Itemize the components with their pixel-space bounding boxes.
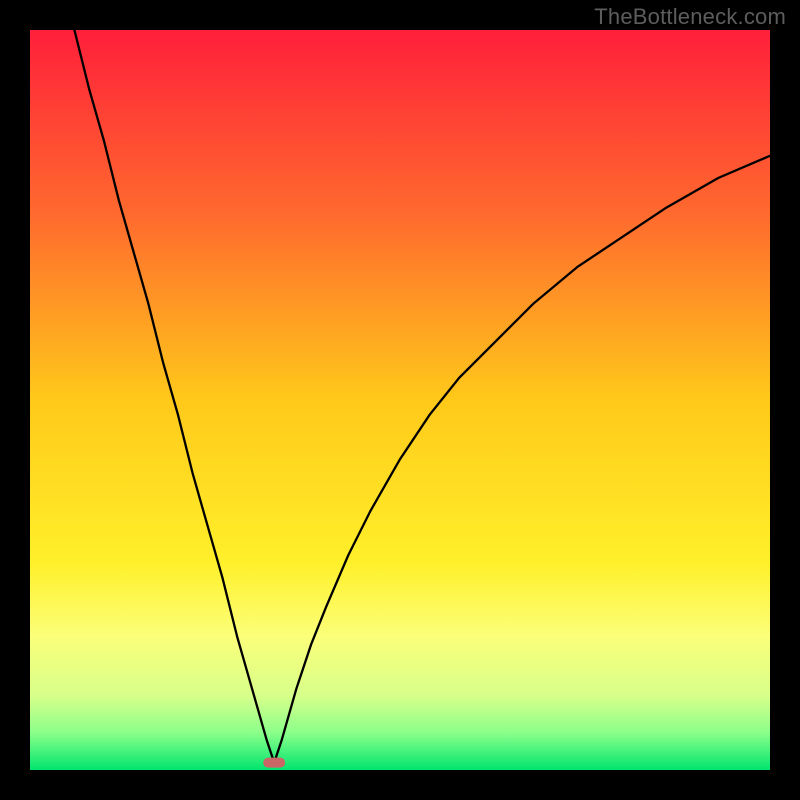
minimum-marker	[263, 758, 285, 768]
plot-background	[30, 30, 770, 770]
bottleneck-chart	[30, 30, 770, 770]
watermark-text: TheBottleneck.com	[594, 4, 786, 30]
chart-frame: TheBottleneck.com	[0, 0, 800, 800]
